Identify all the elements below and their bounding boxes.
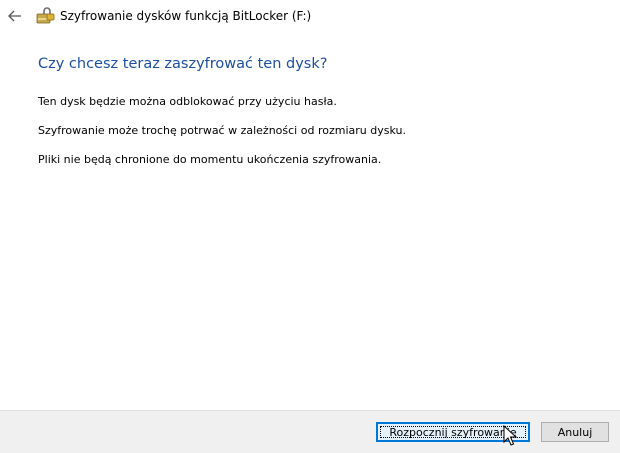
info-password-unlock: Ten dysk będzie można odblokować przy uż… — [38, 95, 337, 108]
start-encryption-button[interactable]: Rozpocznij szyfrowanie — [376, 422, 530, 442]
info-encryption-duration: Szyfrowanie może trochę potrwać w zależn… — [38, 124, 406, 137]
page-heading: Czy chcesz teraz zaszyfrować ten dysk? — [38, 56, 328, 72]
cancel-label: Anuluj — [557, 425, 593, 439]
back-button[interactable] — [6, 7, 24, 25]
window-title: Szyfrowanie dysków funkcją BitLocker (F:… — [60, 9, 312, 23]
bitlocker-drive-icon — [36, 7, 55, 24]
start-encryption-label: Rozpocznij szyfrowanie — [389, 425, 517, 439]
back-arrow-icon — [8, 10, 21, 22]
info-files-unprotected: Pliki nie będą chronione do momentu ukoń… — [38, 153, 382, 166]
cancel-button[interactable]: Anuluj — [541, 422, 609, 442]
bitlocker-wizard-window: Szyfrowanie dysków funkcją BitLocker (F:… — [0, 0, 620, 453]
footer-bar: Rozpocznij szyfrowanie Anuluj — [0, 410, 620, 453]
title-bar: Szyfrowanie dysków funkcją BitLocker (F:… — [0, 0, 620, 32]
